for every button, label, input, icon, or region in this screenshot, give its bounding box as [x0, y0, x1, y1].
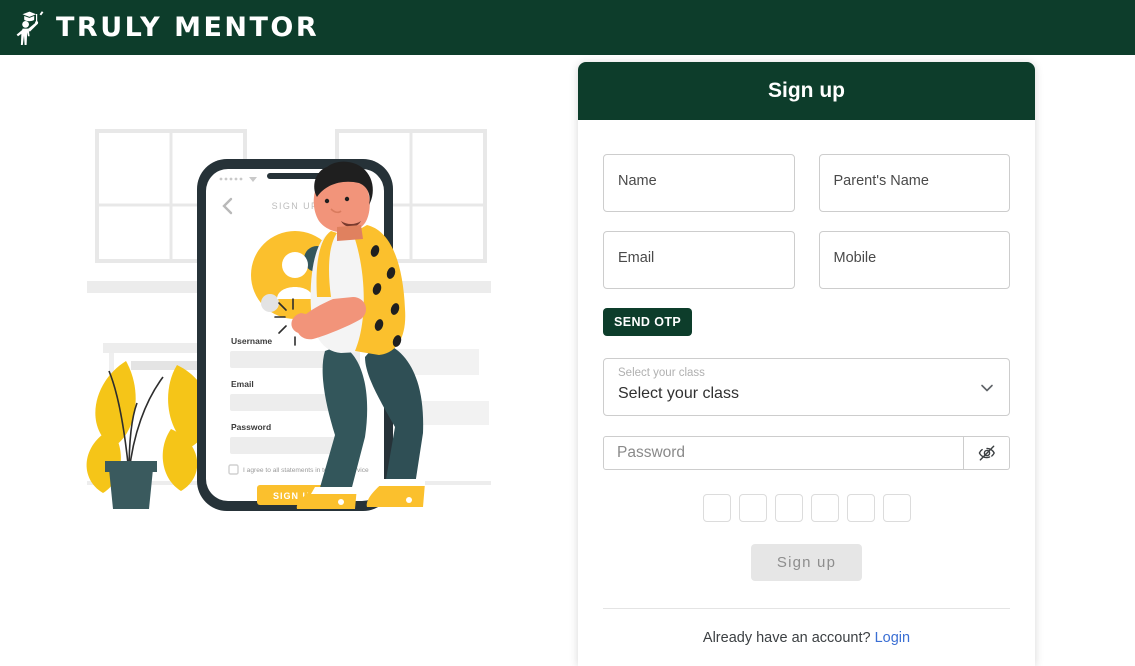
- svg-text:SIGN UP: SIGN UP: [272, 201, 319, 211]
- email-label: Email: [618, 250, 655, 266]
- brand-name: Truly Mentor: [56, 12, 320, 43]
- graduate-figure-icon: [16, 10, 44, 45]
- mobile-field[interactable]: Mobile: [818, 231, 1010, 289]
- otp-digit-6[interactable]: [882, 494, 911, 522]
- signup-card: Sign up Name Parent's Name Email Mobile …: [578, 62, 1035, 666]
- class-select-label: Select your class: [618, 367, 705, 379]
- parents-name-field[interactable]: Parent's Name: [818, 154, 1010, 212]
- svg-text:Email: Email: [231, 379, 254, 389]
- class-select[interactable]: Select your class Select your class: [603, 358, 1010, 416]
- name-field[interactable]: Name: [603, 154, 795, 212]
- card-pane: Sign up Name Parent's Name Email Mobile …: [578, 55, 1135, 666]
- top-navigation-bar: Truly Mentor: [0, 0, 1135, 55]
- toggle-password-visibility-button[interactable]: [964, 436, 1010, 470]
- chevron-down-icon: [981, 384, 993, 392]
- name-row: Name Parent's Name: [603, 154, 1010, 212]
- card-header: Sign up: [578, 62, 1035, 120]
- parents-name-label: Parent's Name: [833, 173, 929, 189]
- send-otp-button[interactable]: SEND OTP: [603, 308, 693, 336]
- signup-illustration: SIGN UP Username Email Password I agree …: [86, 129, 491, 511]
- password-placeholder: Password: [617, 444, 686, 461]
- otp-digit-1[interactable]: [702, 494, 731, 522]
- login-prompt: Already have an account? Login: [603, 609, 1010, 666]
- svg-text:Username: Username: [231, 336, 272, 346]
- login-prompt-text: Already have an account?: [702, 630, 871, 646]
- svg-text:Password: Password: [231, 422, 271, 432]
- otp-digit-5[interactable]: [846, 494, 875, 522]
- email-field[interactable]: Email: [603, 231, 795, 289]
- login-link[interactable]: Login: [875, 630, 910, 646]
- otp-digit-2[interactable]: [738, 494, 767, 522]
- card-body: Name Parent's Name Email Mobile SEND OTP: [578, 120, 1035, 666]
- page-body: SIGN UP Username Email Password I agree …: [0, 55, 1135, 666]
- contact-row: Email Mobile: [603, 231, 1010, 289]
- otp-input-group: [603, 494, 1010, 522]
- submit-wrap: Sign up: [603, 544, 1010, 581]
- page-title: Sign up: [768, 79, 845, 102]
- password-input[interactable]: Password: [603, 436, 964, 470]
- class-select-value: Select your class: [618, 385, 739, 402]
- signup-submit-button[interactable]: Sign up: [750, 544, 863, 581]
- otp-digit-4[interactable]: [810, 494, 839, 522]
- illustration-pane: SIGN UP Username Email Password I agree …: [0, 55, 578, 657]
- otp-digit-3[interactable]: [774, 494, 803, 522]
- mobile-label: Mobile: [833, 250, 877, 266]
- eye-off-icon: [978, 445, 995, 461]
- name-label: Name: [618, 173, 657, 189]
- password-row: Password: [603, 436, 1010, 470]
